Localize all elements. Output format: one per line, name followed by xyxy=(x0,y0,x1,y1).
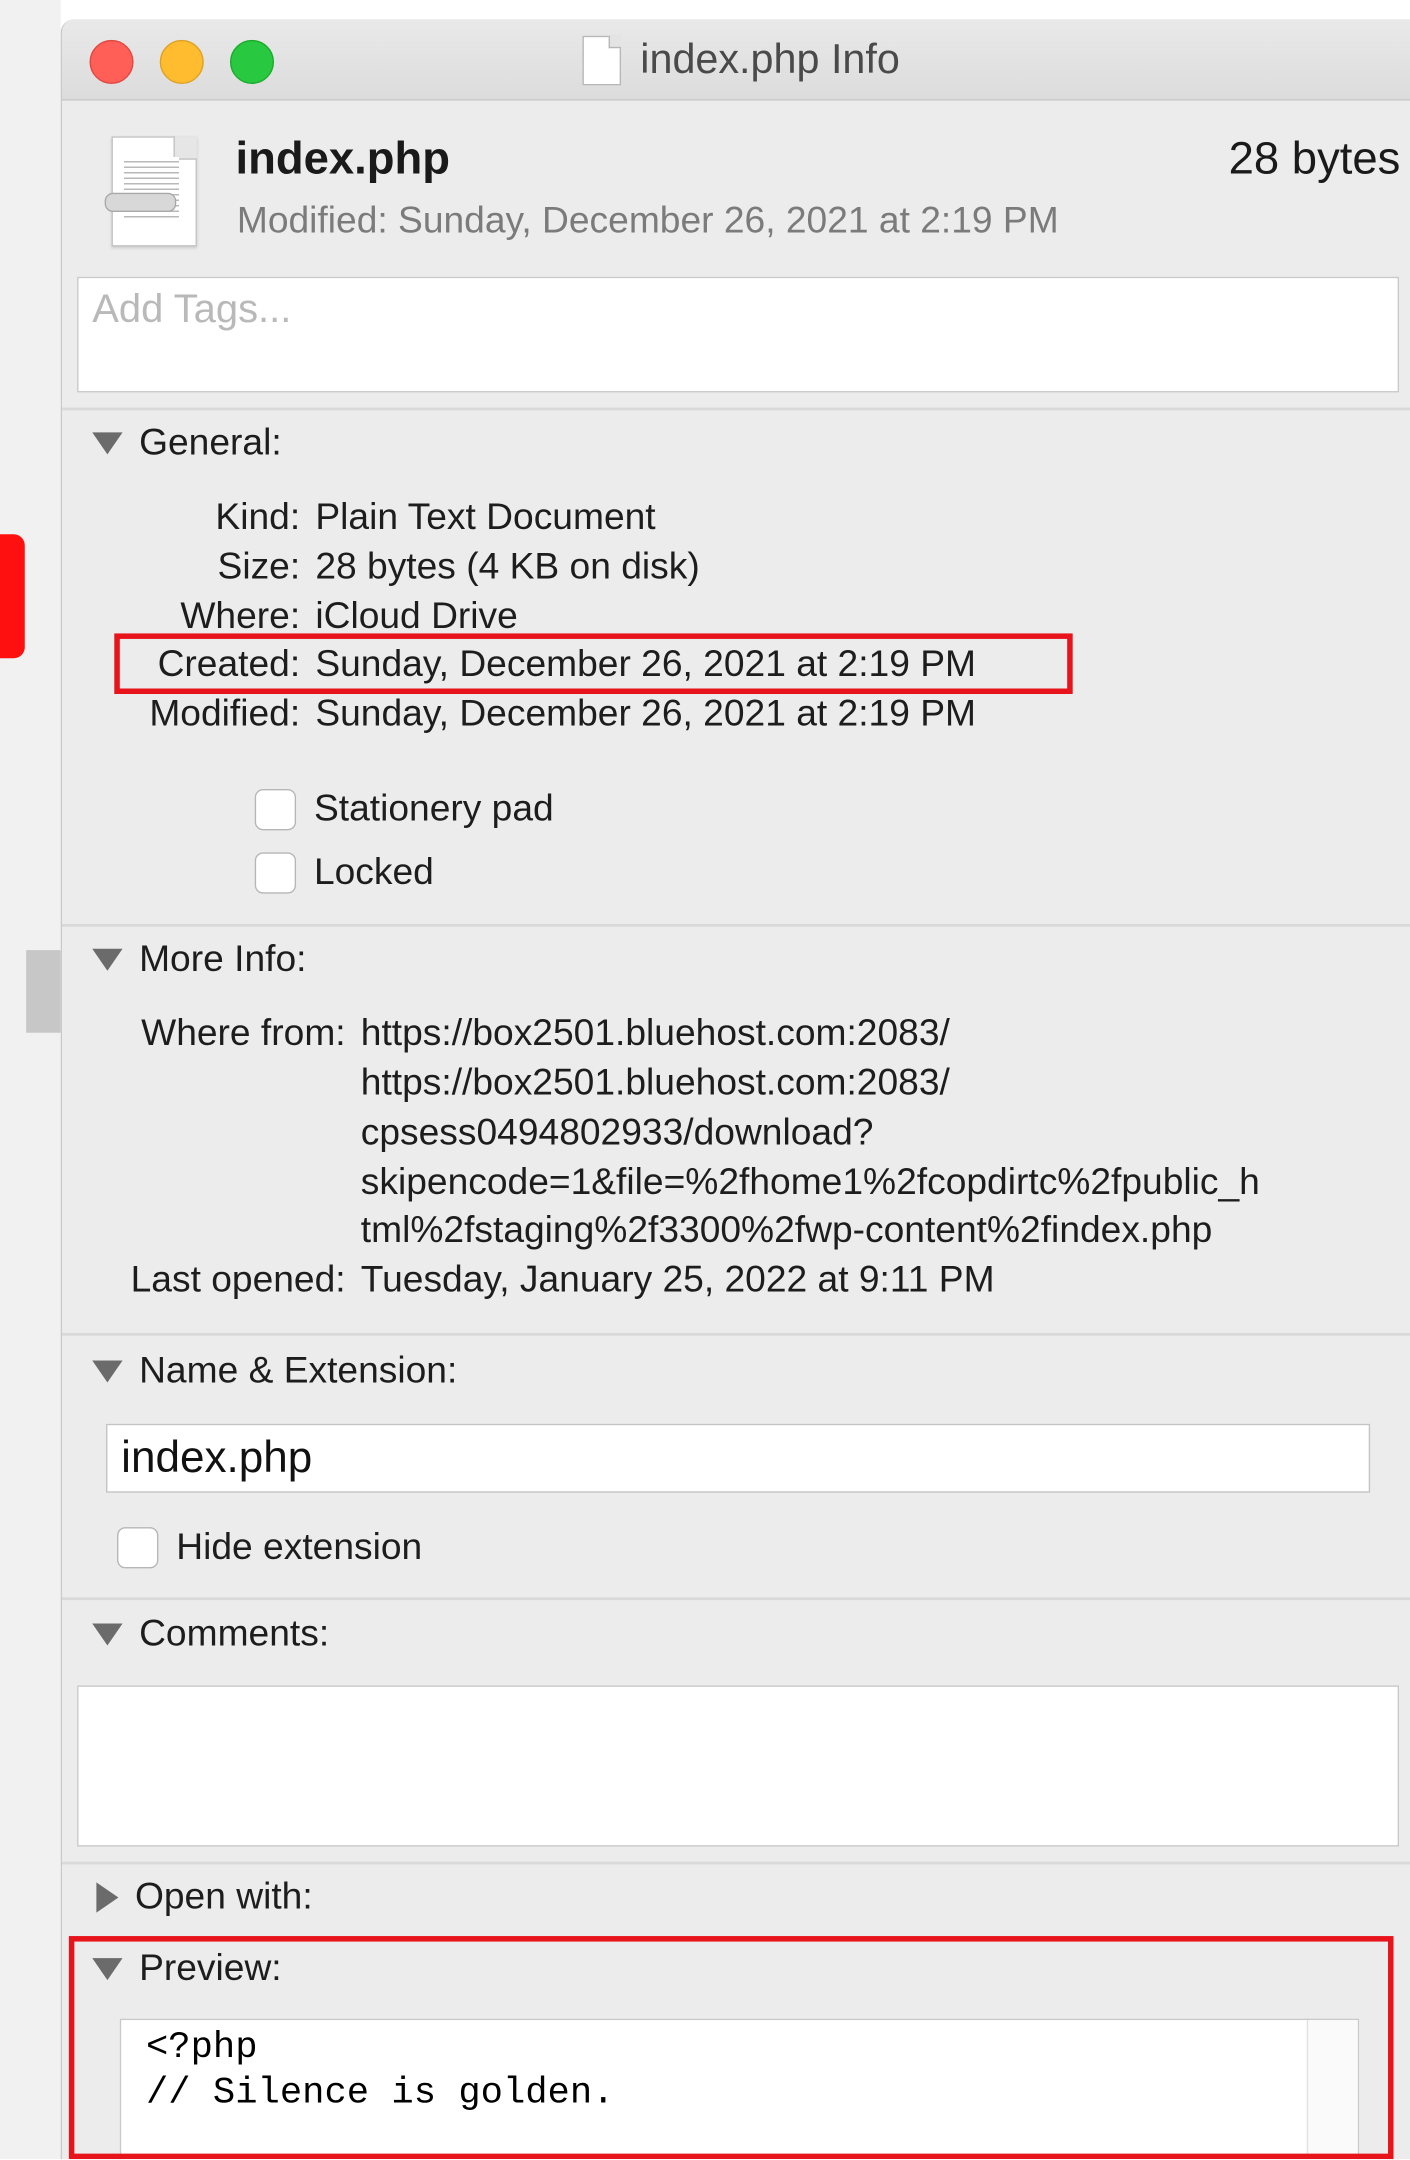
zoom-window-button[interactable] xyxy=(229,39,275,84)
kind-value: Plain Text Document xyxy=(315,495,656,538)
close-window-button[interactable] xyxy=(89,39,134,84)
name-extension-disclosure[interactable]: Name & Extension: xyxy=(92,1349,457,1392)
last-opened-value: Tuesday, January 25, 2022 at 9:11 PM xyxy=(360,1258,995,1300)
title-bar[interactable]: index.php Info xyxy=(61,19,1410,101)
where-from-label: Where from: xyxy=(141,1012,346,1054)
general-heading: General: xyxy=(139,421,282,463)
checkbox-box[interactable] xyxy=(254,788,297,830)
minimize-window-button[interactable] xyxy=(159,39,204,84)
kind-label: Kind: xyxy=(215,495,301,538)
where-label: Where: xyxy=(180,594,301,637)
preview-highlight-box xyxy=(68,1936,1394,2160)
divider xyxy=(61,1332,1410,1336)
divider xyxy=(61,923,1410,927)
name-field[interactable] xyxy=(106,1423,1371,1493)
size-value: 28 bytes (4 KB on disk) xyxy=(315,545,700,587)
comments-disclosure[interactable]: Comments: xyxy=(92,1612,329,1655)
disclosure-triangle-down-icon xyxy=(92,1622,123,1645)
background-red-tab xyxy=(0,534,25,659)
stationery-pad-checkbox[interactable]: Stationery pad xyxy=(254,787,554,831)
where-from-line: https://box2501.bluehost.com:2083/ xyxy=(360,1012,950,1054)
modified-label: Modified: xyxy=(149,692,301,734)
where-from-line: tml%2fstaging%2f3300%2fwp-content%2finde… xyxy=(360,1209,1213,1251)
file-badge-icon xyxy=(104,192,177,213)
divider xyxy=(61,407,1410,411)
more-info-heading: More Info: xyxy=(139,937,307,980)
where-value: iCloud Drive xyxy=(315,594,518,637)
stationery-pad-label: Stationery pad xyxy=(313,787,554,829)
open-with-disclosure[interactable]: Open with: xyxy=(92,1875,313,1918)
open-with-heading: Open with: xyxy=(134,1875,313,1917)
header-modified-date: Modified: Sunday, December 26, 2021 at 2… xyxy=(236,199,1059,241)
comments-heading: Comments: xyxy=(139,1612,330,1654)
hide-extension-checkbox[interactable]: Hide extension xyxy=(117,1526,422,1569)
comments-textarea[interactable] xyxy=(77,1685,1400,1847)
divider xyxy=(61,1861,1410,1865)
tags-input[interactable] xyxy=(89,286,1376,335)
where-from-line: cpsess0494802933/download? xyxy=(360,1111,874,1153)
last-opened-label: Last opened: xyxy=(130,1258,346,1300)
locked-checkbox[interactable]: Locked xyxy=(254,850,434,894)
window-title-group: index.php Info xyxy=(582,33,900,88)
more-info-disclosure[interactable]: More Info: xyxy=(92,938,306,981)
where-from-line: skipencode=1&file=%2fhome1%2fcopdirtc%2f… xyxy=(360,1160,1260,1203)
divider xyxy=(61,1597,1410,1601)
file-name-input[interactable] xyxy=(118,1430,1350,1485)
screenshot-stage: index.php Info index.php 28 bytes Modifi… xyxy=(0,0,1410,2160)
hide-extension-label: Hide extension xyxy=(176,1525,423,1568)
disclosure-triangle-down-icon xyxy=(92,1359,123,1382)
background-window-scroll-thumb xyxy=(26,950,61,1033)
disclosure-triangle-right-icon xyxy=(96,1881,119,1912)
tags-field[interactable] xyxy=(77,276,1400,393)
general-disclosure[interactable]: General: xyxy=(92,421,282,464)
name-extension-heading: Name & Extension: xyxy=(139,1349,458,1391)
window-title: index.php Info xyxy=(640,37,900,83)
checkbox-box[interactable] xyxy=(254,851,297,893)
file-size-heading: 28 bytes xyxy=(1228,132,1401,184)
info-window: index.php Info index.php 28 bytes Modifi… xyxy=(60,19,1410,2160)
size-label: Size: xyxy=(217,545,301,587)
disclosure-triangle-down-icon xyxy=(92,431,123,454)
created-highlight-box xyxy=(114,633,1073,695)
where-from-line: https://box2501.bluehost.com:2083/ xyxy=(360,1061,950,1103)
modified-value: Sunday, December 26, 2021 at 2:19 PM xyxy=(315,692,977,734)
disclosure-triangle-down-icon xyxy=(92,948,123,971)
document-icon xyxy=(582,35,622,86)
checkbox-box[interactable] xyxy=(117,1526,159,1568)
background-window-strip xyxy=(0,0,61,2160)
text-file-icon xyxy=(104,136,197,247)
file-name-heading: index.php xyxy=(235,132,451,184)
locked-label: Locked xyxy=(313,850,434,893)
